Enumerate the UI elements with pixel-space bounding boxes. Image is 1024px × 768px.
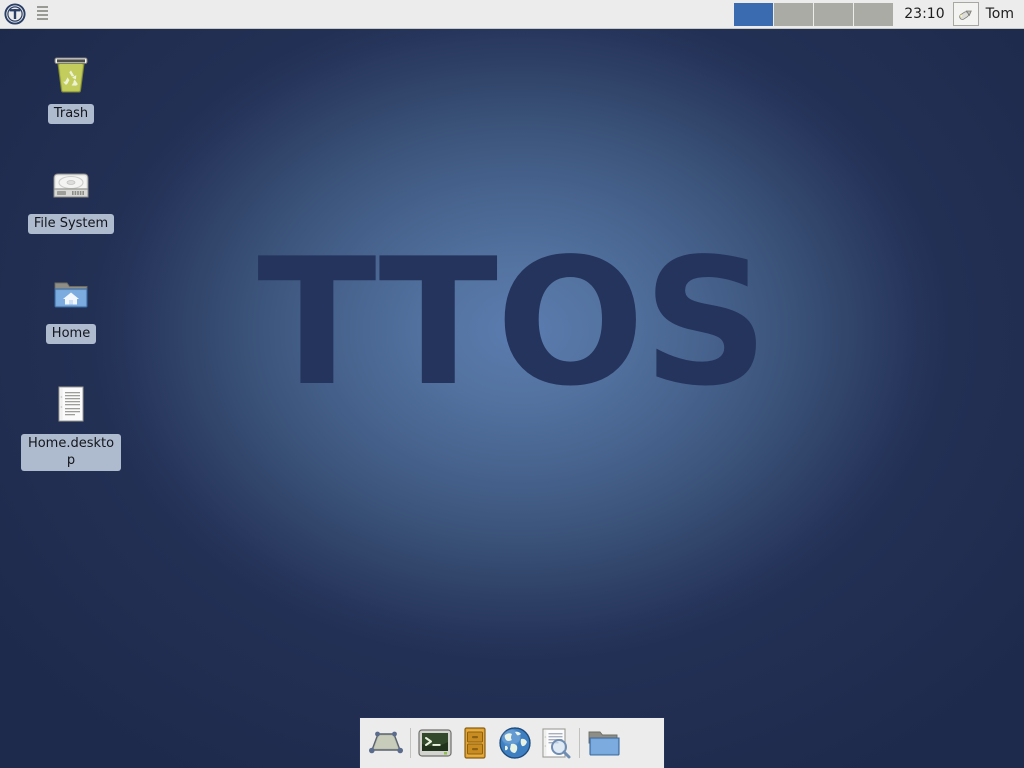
workspace-switcher	[734, 2, 894, 26]
desktop-icon-label: File System	[27, 214, 115, 234]
desktop-screen: TTOS 23:10 Tom Trash File System Home Ho…	[0, 0, 1024, 768]
harddisk-icon	[47, 160, 95, 208]
circled-t-logo-icon	[3, 3, 26, 25]
desktop-icon-label: Trash	[47, 104, 95, 124]
text-file-icon	[47, 380, 95, 428]
dock-separator-1	[410, 728, 411, 758]
clock[interactable]: 23:10	[898, 6, 952, 22]
window-list-button[interactable]	[29, 0, 55, 29]
desktop-icon-trash[interactable]: Trash	[21, 50, 121, 124]
workspace-cell-4[interactable]	[854, 2, 894, 26]
terminal-icon	[418, 729, 452, 757]
dock-show-desktop-button[interactable]	[366, 723, 406, 763]
applications-menu-button[interactable]	[0, 0, 29, 29]
home-folder-icon	[47, 270, 95, 318]
dock-terminal-button[interactable]	[415, 723, 455, 763]
dock-folder-button[interactable]	[584, 723, 624, 763]
dock-panel	[359, 717, 665, 768]
workspace-cell-2[interactable]	[774, 2, 814, 26]
desktop-icon-label: Home.desktop	[21, 434, 121, 471]
file-manager-icon	[464, 727, 486, 759]
dock-file-manager-button[interactable]	[455, 723, 495, 763]
desktop-icon-home-desktop-file[interactable]: Home.desktop	[21, 380, 121, 471]
dock-separator-2	[579, 728, 580, 758]
user-switch-icon	[959, 10, 972, 20]
desktop-icon-file-system[interactable]: File System	[21, 160, 121, 234]
trash-icon	[47, 50, 95, 98]
user-name-label[interactable]: Tom	[979, 6, 1024, 22]
top-panel: 23:10 Tom	[0, 0, 1024, 29]
dock-web-browser-button[interactable]	[495, 723, 535, 763]
desktop-icon-label: Home	[45, 324, 97, 344]
desktop-icon-home[interactable]: Home	[21, 270, 121, 344]
folder-icon	[588, 731, 620, 756]
show-desktop-icon	[369, 731, 403, 754]
user-switch-button[interactable]	[952, 2, 979, 26]
dock-find-files-button[interactable]	[535, 723, 575, 763]
find-files-icon	[542, 728, 571, 759]
workspace-cell-1[interactable]	[734, 2, 774, 26]
wallpaper-title-text: TTOS	[257, 222, 769, 425]
workspace-cell-3[interactable]	[814, 2, 854, 26]
web-browser-icon	[499, 727, 531, 759]
window-list-hamburger-icon	[36, 6, 48, 22]
